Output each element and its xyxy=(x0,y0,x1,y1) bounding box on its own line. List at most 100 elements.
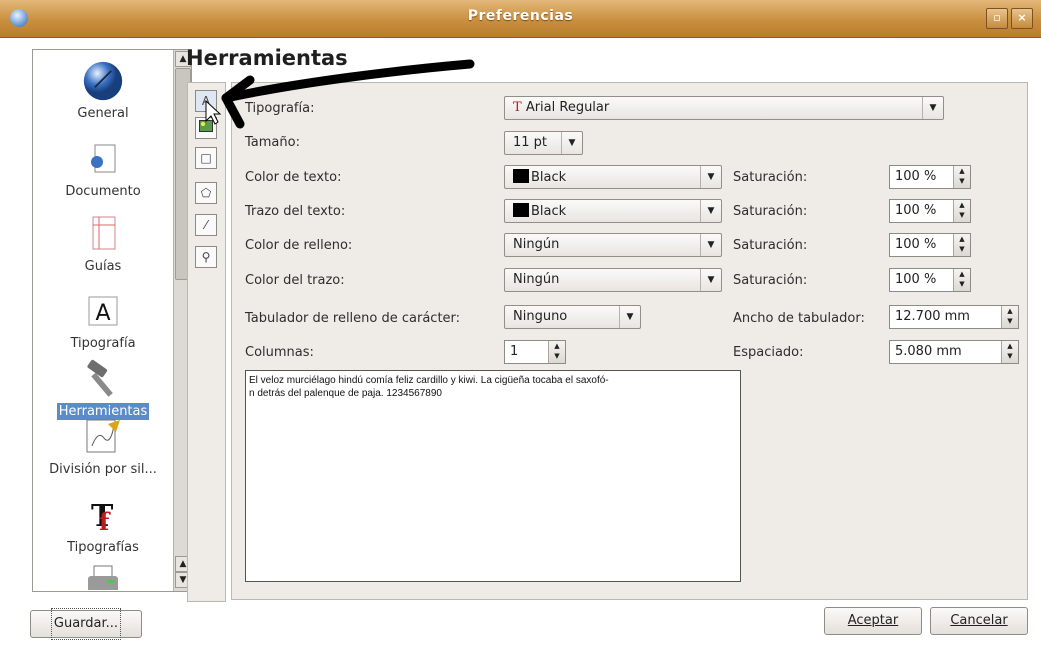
color-swatch xyxy=(513,169,529,183)
accept-button-label: Aceptar xyxy=(847,613,899,628)
guides-icon xyxy=(82,213,124,255)
chevron-down-icon: ▼ xyxy=(619,306,640,328)
rectangle-tool-icon[interactable]: □ xyxy=(195,147,217,169)
sidebar-item-general[interactable]: General xyxy=(33,60,173,122)
sidebar-item-label: Tipografía xyxy=(70,336,136,351)
spinner-arrows-icon[interactable]: ▲ ▼ xyxy=(953,200,970,222)
document-icon xyxy=(82,138,124,180)
globe-icon xyxy=(82,60,124,102)
saturation-value: 100 % xyxy=(895,237,937,252)
sidebar-item-label: General xyxy=(77,106,129,121)
text-tool-icon[interactable]: A xyxy=(195,90,217,112)
tab-fill-combo[interactable]: Ninguno ▼ xyxy=(504,305,641,329)
fill-color-label: Color de relleno: xyxy=(245,238,353,253)
accept-button[interactable]: Aceptar xyxy=(824,607,922,635)
svg-text:A: A xyxy=(95,301,110,326)
text-stroke-value: Black xyxy=(531,204,567,219)
size-combo[interactable]: 11 pt ▼ xyxy=(504,131,583,155)
saturation-spinner[interactable]: 100 % ▲ ▼ xyxy=(889,199,971,223)
spinner-arrows-icon[interactable]: ▲ ▼ xyxy=(1001,306,1018,328)
tab-width-spinner[interactable]: 12.700 mm ▲ ▼ xyxy=(889,305,1019,329)
font-combo[interactable]: T Arial Regular ▼ xyxy=(504,96,944,120)
section-title: Herramientas xyxy=(186,46,348,70)
spinner-arrows-icon[interactable]: ▲ ▼ xyxy=(1001,341,1018,363)
size-label: Tamaño: xyxy=(245,135,300,150)
columns-label: Columnas: xyxy=(245,345,314,360)
polygon-tool-icon[interactable]: ⬠ xyxy=(195,182,217,204)
chevron-down-icon: ▼ xyxy=(700,200,721,222)
chevron-down-icon: ▼ xyxy=(922,97,943,119)
spacing-label: Espaciado: xyxy=(733,345,804,360)
chevron-down-icon: ▼ xyxy=(700,166,721,188)
chevron-down-icon: ▼ xyxy=(700,234,721,256)
sidebar-item-tipografias[interactable]: Tf Tipografías xyxy=(33,494,173,556)
saturation-spinner[interactable]: 100 % ▲ ▼ xyxy=(889,165,971,189)
cancel-button[interactable]: Cancelar xyxy=(930,607,1028,635)
sidebar-item-guias[interactable]: Guías xyxy=(33,213,173,275)
tab-fill-label: Tabulador de relleno de carácter: xyxy=(245,311,461,326)
svg-text:f: f xyxy=(99,507,111,534)
text-stroke-combo[interactable]: Black ▼ xyxy=(504,199,722,223)
size-value: 11 pt xyxy=(513,135,548,150)
chevron-down-icon: ▼ xyxy=(561,132,582,154)
columns-spinner[interactable]: 1 ▲ ▼ xyxy=(504,340,566,364)
stroke-color-label: Color del trazo: xyxy=(245,273,345,288)
zoom-tool-icon[interactable]: ⚲ xyxy=(195,246,217,268)
sidebar-item-division[interactable]: División por sil... xyxy=(33,416,173,478)
sidebar-item-printer[interactable] xyxy=(33,560,173,590)
tab-width-value: 12.700 mm xyxy=(895,309,970,324)
stroke-color-combo[interactable]: Ningún ▼ xyxy=(504,268,722,292)
tool-strip: A □ ⬠ ⁄ ⚲ xyxy=(187,82,226,602)
printer-icon xyxy=(82,560,124,590)
saturation-spinner[interactable]: 100 % ▲ ▼ xyxy=(889,268,971,292)
save-button[interactable]: Guardar... xyxy=(30,608,142,640)
spinner-arrows-icon[interactable]: ▲ ▼ xyxy=(953,269,970,291)
hyphenation-icon xyxy=(82,416,124,458)
sidebar-item-label: Guías xyxy=(84,259,122,274)
spacing-spinner[interactable]: 5.080 mm ▲ ▼ xyxy=(889,340,1019,364)
tab-fill-value: Ninguno xyxy=(513,309,568,324)
sidebar-item-label: Documento xyxy=(65,184,141,199)
tab-width-label: Ancho de tabulador: xyxy=(733,311,865,326)
text-color-value: Black xyxy=(531,170,567,185)
spinner-arrows-icon[interactable]: ▲ ▼ xyxy=(953,166,970,188)
line-tool-icon[interactable]: ⁄ xyxy=(195,214,217,236)
saturation-value: 100 % xyxy=(895,169,937,184)
spinner-arrows-icon[interactable]: ▲ ▼ xyxy=(953,234,970,256)
window-title: Preferencias xyxy=(467,8,574,24)
text-color-label: Color de texto: xyxy=(245,170,342,185)
stroke-color-value: Ningún xyxy=(513,272,560,287)
fill-color-value: Ningún xyxy=(513,237,560,252)
color-swatch xyxy=(513,203,529,217)
text-stroke-label: Trazo del texto: xyxy=(245,204,346,219)
saturation-value: 100 % xyxy=(895,272,937,287)
maximize-button[interactable]: ▫ xyxy=(986,8,1008,29)
fonts-icon: Tf xyxy=(82,494,124,536)
hammer-icon xyxy=(82,358,124,400)
saturation-label: Saturación: xyxy=(733,238,808,253)
font-label: Tipografía: xyxy=(245,101,315,116)
sidebar-item-herramientas[interactable]: Herramientas xyxy=(33,358,173,420)
save-button-label: Guardar... xyxy=(50,608,122,640)
saturation-label: Saturación: xyxy=(733,273,808,288)
spacing-value: 5.080 mm xyxy=(895,344,962,359)
text-color-combo[interactable]: Black ▼ xyxy=(504,165,722,189)
sidebar-item-tipografia[interactable]: A Tipografía xyxy=(33,290,173,352)
saturation-spinner[interactable]: 100 % ▲ ▼ xyxy=(889,233,971,257)
sidebar-item-label: Tipografías xyxy=(67,540,139,555)
preferences-sidebar: General Documento Guías A Tipografía Her… xyxy=(32,49,192,592)
text-preview: El veloz murciélago hindú comía feliz ca… xyxy=(245,370,741,582)
spinner-arrows-icon[interactable]: ▲ ▼ xyxy=(548,341,565,363)
image-tool-icon[interactable] xyxy=(195,117,217,139)
saturation-label: Saturación: xyxy=(733,170,808,185)
sidebar-item-documento[interactable]: Documento xyxy=(33,138,173,200)
font-value: Arial Regular xyxy=(525,100,610,115)
close-button[interactable]: × xyxy=(1011,8,1033,29)
fill-color-combo[interactable]: Ningún ▼ xyxy=(504,233,722,257)
chevron-down-icon: ▼ xyxy=(700,269,721,291)
columns-value: 1 xyxy=(510,344,519,359)
typography-icon: A xyxy=(82,290,124,332)
saturation-label: Saturación: xyxy=(733,204,808,219)
sidebar-item-label: División por sil... xyxy=(49,462,157,477)
cancel-button-label: Cancelar xyxy=(950,613,1008,628)
